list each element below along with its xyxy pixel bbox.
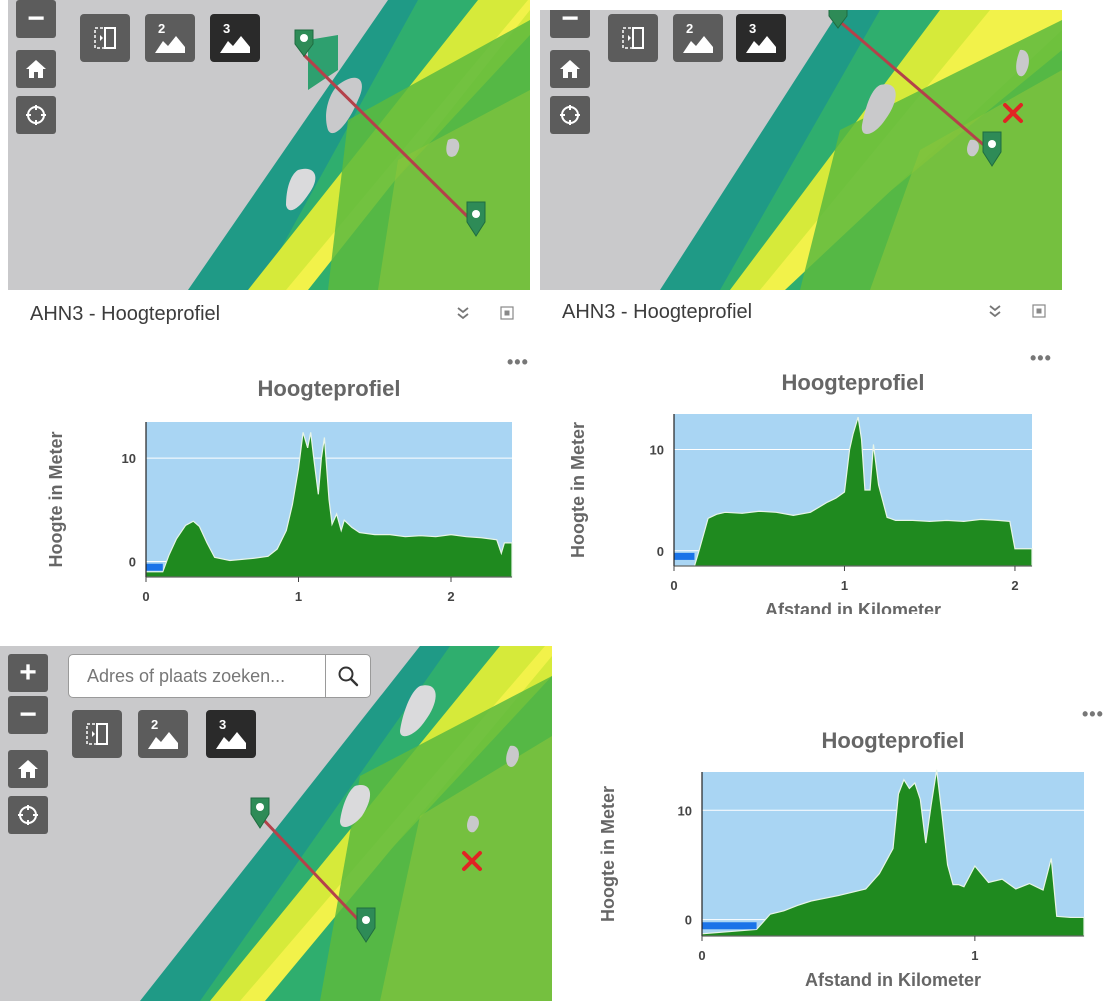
y-tick-label: 0 bbox=[129, 555, 136, 570]
zoom-out-button[interactable]: − bbox=[16, 0, 56, 38]
end-marker-1 bbox=[466, 201, 486, 237]
y-axis-label: Hoogte in Meter bbox=[598, 786, 618, 922]
chart-title: Hoogteprofiel bbox=[258, 376, 401, 401]
map-view-3[interactable]: + − 2 3 bbox=[0, 646, 552, 1001]
collapse-button[interactable] bbox=[454, 304, 472, 322]
mountain-profile-icon bbox=[746, 36, 776, 53]
x-tick-label: 1 bbox=[841, 578, 848, 593]
remove-point-icon bbox=[1003, 103, 1023, 123]
maximize-icon bbox=[1032, 304, 1046, 318]
profile-2-button[interactable]: 2 bbox=[138, 710, 188, 758]
locate-icon bbox=[18, 805, 38, 825]
profile-2-button[interactable]: 2 bbox=[145, 14, 195, 62]
water-area bbox=[146, 563, 163, 571]
search-button[interactable] bbox=[325, 655, 370, 697]
map-view-1[interactable]: − 2 3 bbox=[8, 0, 530, 290]
panel-title: AHN3 - Hoogteprofiel bbox=[30, 302, 221, 325]
end-marker-2 bbox=[982, 131, 1002, 167]
mountain-profile-icon bbox=[148, 732, 178, 749]
x-tick-label: 0 bbox=[142, 589, 149, 604]
elevation-chart-1: 0 10 0 1 2 Hoogteprofiel Hoogte in Meter bbox=[40, 370, 530, 610]
zoom-out-button[interactable]: − bbox=[550, 10, 590, 38]
locate-button[interactable] bbox=[16, 96, 56, 134]
start-marker-1 bbox=[294, 29, 314, 57]
locate-button[interactable] bbox=[8, 796, 48, 834]
y-axis-label: Hoogte in Meter bbox=[568, 422, 588, 558]
locate-button[interactable] bbox=[550, 96, 590, 134]
double-chevron-down-icon bbox=[989, 305, 1001, 318]
panel-title: AHN3 - Hoogteprofiel bbox=[562, 300, 753, 323]
home-button[interactable] bbox=[16, 50, 56, 88]
double-chevron-down-icon bbox=[457, 307, 469, 320]
home-icon bbox=[560, 60, 580, 78]
y-tick-label: 0 bbox=[657, 544, 664, 559]
profile-2-button[interactable]: 2 bbox=[673, 14, 723, 62]
profile-3-button[interactable]: 3 bbox=[210, 14, 260, 62]
y-tick-label: 0 bbox=[685, 913, 692, 928]
y-axis-label: Hoogte in Meter bbox=[46, 431, 66, 567]
chart-svg-1: 0 10 0 1 2 Hoogteprofiel Hoogte in Meter bbox=[46, 376, 513, 604]
x-axis-label: Afstand in Kilometer bbox=[805, 970, 981, 990]
swipe-compare-button[interactable] bbox=[80, 14, 130, 62]
home-button[interactable] bbox=[8, 750, 48, 788]
home-icon bbox=[18, 760, 38, 778]
x-tick-label: 1 bbox=[295, 589, 302, 604]
y-tick-label: 10 bbox=[678, 803, 692, 818]
x-tick-label: 1 bbox=[971, 948, 978, 963]
end-marker-3 bbox=[356, 907, 376, 943]
mountain-profile-icon bbox=[155, 36, 185, 53]
water-area bbox=[674, 552, 695, 560]
search-icon bbox=[338, 666, 359, 687]
home-button[interactable] bbox=[550, 50, 590, 88]
locate-icon bbox=[560, 105, 580, 125]
swipe-compare-icon bbox=[86, 723, 108, 745]
x-tick-label: 2 bbox=[447, 589, 454, 604]
mountain-profile-icon bbox=[683, 36, 713, 53]
collapse-button[interactable] bbox=[986, 302, 1004, 320]
chart-title: Hoogteprofiel bbox=[822, 728, 965, 753]
profile-3-button[interactable]: 3 bbox=[206, 710, 256, 758]
swipe-compare-button[interactable] bbox=[72, 710, 122, 758]
x-tick-label: 2 bbox=[1011, 578, 1018, 593]
panel-header-2: AHN3 - Hoogteprofiel bbox=[540, 290, 1062, 334]
elevation-chart-3: 0 10 0 1 Hoogteprofiel Hoogte in Meter Afstand… bbox=[570, 718, 1100, 1001]
y-tick-label: 10 bbox=[650, 442, 664, 457]
x-axis-label: Afstand in Kilometer bbox=[765, 600, 941, 614]
map-view-2[interactable]: − 2 3 bbox=[540, 10, 1062, 290]
mountain-profile-icon bbox=[220, 36, 250, 53]
swipe-compare-button[interactable] bbox=[608, 14, 658, 62]
home-icon bbox=[26, 60, 46, 78]
x-tick-label: 0 bbox=[698, 948, 705, 963]
address-search bbox=[68, 654, 371, 698]
y-tick-label: 10 bbox=[122, 451, 136, 466]
search-input[interactable] bbox=[69, 655, 325, 697]
zoom-in-button[interactable]: + bbox=[8, 654, 48, 692]
maximize-button[interactable] bbox=[498, 304, 516, 322]
swipe-compare-icon bbox=[622, 27, 644, 49]
swipe-compare-icon bbox=[94, 27, 116, 49]
maximize-button[interactable] bbox=[1030, 302, 1048, 320]
remove-point-icon bbox=[462, 851, 482, 871]
locate-icon bbox=[26, 105, 46, 125]
chart-svg-2: 0 10 0 1 2 Hoogteprofiel Hoogte in Meter Afstan… bbox=[568, 370, 1033, 614]
zoom-out-button[interactable]: − bbox=[8, 696, 48, 734]
elevation-chart-2: 0 10 0 1 2 Hoogteprofiel Hoogte in Meter Afstan… bbox=[536, 364, 1062, 614]
mountain-profile-icon bbox=[216, 732, 246, 749]
chart-title: Hoogteprofiel bbox=[782, 370, 925, 395]
x-tick-label: 0 bbox=[670, 578, 677, 593]
chart-svg-3: 0 10 0 1 Hoogteprofiel Hoogte in Meter Afstand… bbox=[598, 728, 1085, 990]
profile-3-button[interactable]: 3 bbox=[736, 14, 786, 62]
profile-line-overlay-3[interactable] bbox=[0, 646, 552, 1001]
maximize-icon bbox=[500, 306, 514, 320]
panel-header-1: AHN3 - Hoogteprofiel bbox=[8, 292, 530, 336]
water-area bbox=[702, 922, 757, 930]
